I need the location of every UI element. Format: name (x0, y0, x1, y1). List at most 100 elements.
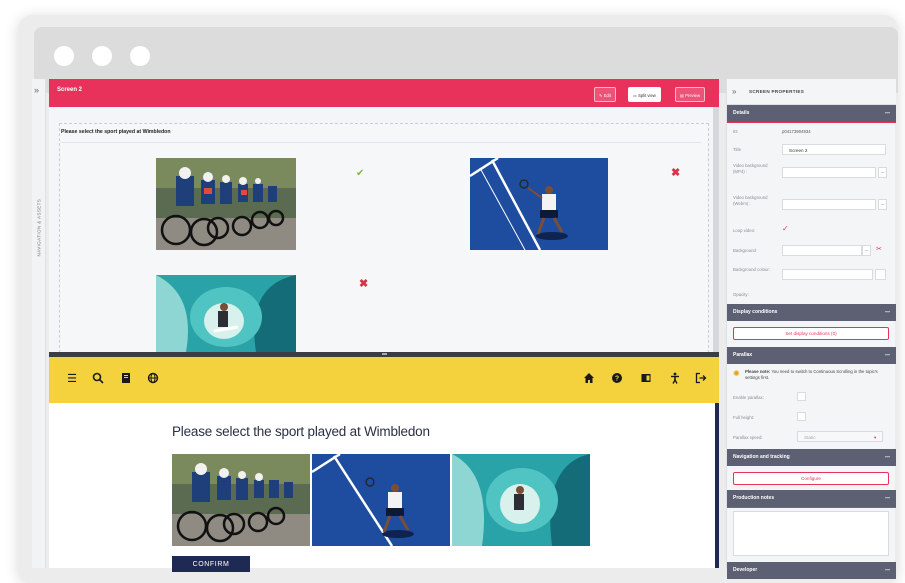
collapse-icon[interactable]: – (885, 492, 890, 502)
lightbulb-icon: ✺ (733, 369, 740, 378)
surfing-image[interactable] (156, 275, 296, 352)
question-divider (61, 142, 701, 143)
navigation-tracking-header[interactable]: Navigation and tracking – (727, 449, 896, 466)
window-minimize-dot[interactable] (92, 46, 112, 66)
loop-video-label: Loop video: (733, 228, 756, 233)
remove-background-icon[interactable]: ✂ (876, 245, 882, 253)
question-text[interactable]: Please select the sport played at Wimble… (61, 129, 171, 135)
title-label: Title (733, 147, 741, 152)
confirm-button[interactable]: CONFIRM (172, 556, 250, 572)
enable-parallax-checkbox[interactable] (797, 392, 806, 401)
background-colour-label: Background colour: (733, 267, 771, 272)
preview-surfing-image[interactable] (452, 454, 590, 546)
help-icon[interactable]: ? (610, 372, 624, 386)
browse-background-button[interactable]: ... (862, 245, 871, 256)
incorrect-cross-icon[interactable]: ✖ (671, 166, 680, 179)
details-section-header[interactable]: Details – (727, 105, 896, 122)
colour-swatch[interactable] (875, 269, 886, 280)
video-mp4-input[interactable] (782, 167, 876, 178)
developer-title: Developer (733, 567, 758, 573)
collapse-panel-icon[interactable]: » (732, 87, 736, 96)
display-conditions-title: Display conditions (733, 309, 778, 315)
correct-check-icon[interactable]: ✔ (356, 168, 364, 179)
screen-editor: Screen 2 ✎ Edit ▭ Split view ▤ Preview P… (49, 79, 719, 572)
preview-question-text: Please select the sport played at Wimble… (172, 424, 430, 439)
background-label: Background (733, 248, 756, 253)
enable-parallax-label: Enable parallax: (733, 395, 764, 400)
production-notes-title: Production notes (733, 495, 775, 501)
set-display-conditions-button[interactable]: Set display conditions (0) (733, 327, 889, 340)
video-webm-label: Video background (Webm) : (733, 195, 768, 206)
preview-view-button[interactable]: ▤ Preview (675, 87, 706, 102)
production-notes-header[interactable]: Production notes – (727, 490, 896, 507)
chevron-down-icon: ▾ (874, 435, 877, 440)
display-conditions-header[interactable]: Display conditions – (727, 304, 896, 321)
parallax-header[interactable]: Parallax – (727, 347, 896, 364)
video-webm-input[interactable] (782, 199, 876, 210)
note-strong: Please note: (745, 369, 771, 374)
svg-text:?: ? (615, 376, 619, 383)
title-input-value: Screen 2 (789, 148, 808, 153)
preview-tennis-image[interactable] (312, 454, 450, 546)
parallax-speed-value: Static (804, 435, 816, 440)
developer-header[interactable]: Developer – (727, 562, 896, 579)
navigation-assets-rail: » NAVIGATION & ASSETS (32, 79, 46, 568)
parallax-title: Parallax (733, 352, 753, 358)
window-close-dot[interactable] (54, 46, 74, 66)
full-height-checkbox[interactable] (797, 412, 806, 421)
collapse-icon[interactable]: – (885, 349, 890, 359)
preview-scrollbar[interactable] (715, 403, 719, 568)
preview-pane: ☰ ? Please select the sport played at Wi… (49, 357, 719, 572)
tennis-image[interactable] (470, 158, 608, 250)
background-input[interactable] (782, 245, 862, 256)
screen-title: Screen 2 (57, 87, 83, 93)
opacity-label: Opacity: (733, 292, 749, 297)
browse-webm-button[interactable]: ... (878, 199, 887, 210)
preview-toolbar: ☰ ? (49, 357, 719, 403)
expand-rail-icon[interactable]: » (34, 85, 39, 95)
home-icon[interactable] (582, 372, 596, 386)
parallax-note: Please note: You need to switch to Conti… (745, 369, 890, 381)
configure-button[interactable]: Configure (733, 472, 889, 485)
collapse-icon[interactable]: – (885, 451, 890, 461)
collapse-icon[interactable]: – (885, 564, 890, 574)
split-view-button[interactable]: ▭ Split view (628, 87, 661, 102)
section-accent-line (727, 507, 896, 508)
search-icon[interactable] (91, 372, 105, 386)
editor-header: Screen 2 ✎ Edit ▭ Split view ▤ Preview (49, 79, 719, 107)
parallax-speed-label: Parallax speed: (733, 435, 763, 440)
book-icon[interactable] (119, 372, 133, 386)
window-maximize-dot[interactable] (130, 46, 150, 66)
video-mp4-label: Video background (MP4) : (733, 163, 768, 174)
divider-grip[interactable] (382, 353, 387, 355)
navigation-assets-label[interactable]: NAVIGATION & ASSETS (37, 187, 42, 257)
details-title: Details (733, 110, 750, 116)
section-accent-line (727, 122, 896, 123)
production-notes-textarea[interactable] (733, 511, 889, 556)
background-colour-input[interactable] (782, 269, 873, 280)
properties-title: SCREEN PROPERTIES (749, 89, 805, 94)
exit-icon[interactable] (694, 372, 708, 386)
parallax-speed-select[interactable]: Static ▾ (797, 431, 883, 442)
accessibility-icon[interactable] (668, 372, 682, 386)
id-label: ID: (733, 129, 739, 134)
screen-properties-panel: » SCREEN PROPERTIES Details – ID: p04173… (726, 79, 896, 579)
loop-video-checkbox[interactable]: ✓ (782, 224, 789, 233)
editor-canvas: Please select the sport played at Wimble… (49, 107, 719, 353)
browse-mp4-button[interactable]: ... (878, 167, 887, 178)
incorrect-cross-icon[interactable]: ✖ (359, 277, 368, 290)
collapse-icon[interactable]: – (885, 107, 890, 117)
preview-cycling-image[interactable] (172, 454, 310, 546)
edit-view-button[interactable]: ✎ Edit (594, 87, 616, 102)
edit-label: Edit (603, 93, 611, 98)
id-value: p04173904934 (782, 129, 811, 134)
collapse-icon[interactable]: – (885, 306, 890, 316)
contents-icon[interactable] (639, 372, 653, 386)
cycling-image[interactable] (156, 158, 296, 250)
title-input[interactable]: Screen 2 (782, 144, 886, 155)
navigation-tracking-title: Navigation and tracking (733, 454, 790, 460)
menu-icon[interactable]: ☰ (65, 372, 79, 386)
page: » NAVIGATION & ASSETS Screen 2 ✎ Edit ▭ … (0, 0, 905, 583)
globe-icon[interactable] (146, 372, 160, 386)
properties-header: » SCREEN PROPERTIES (727, 79, 896, 105)
